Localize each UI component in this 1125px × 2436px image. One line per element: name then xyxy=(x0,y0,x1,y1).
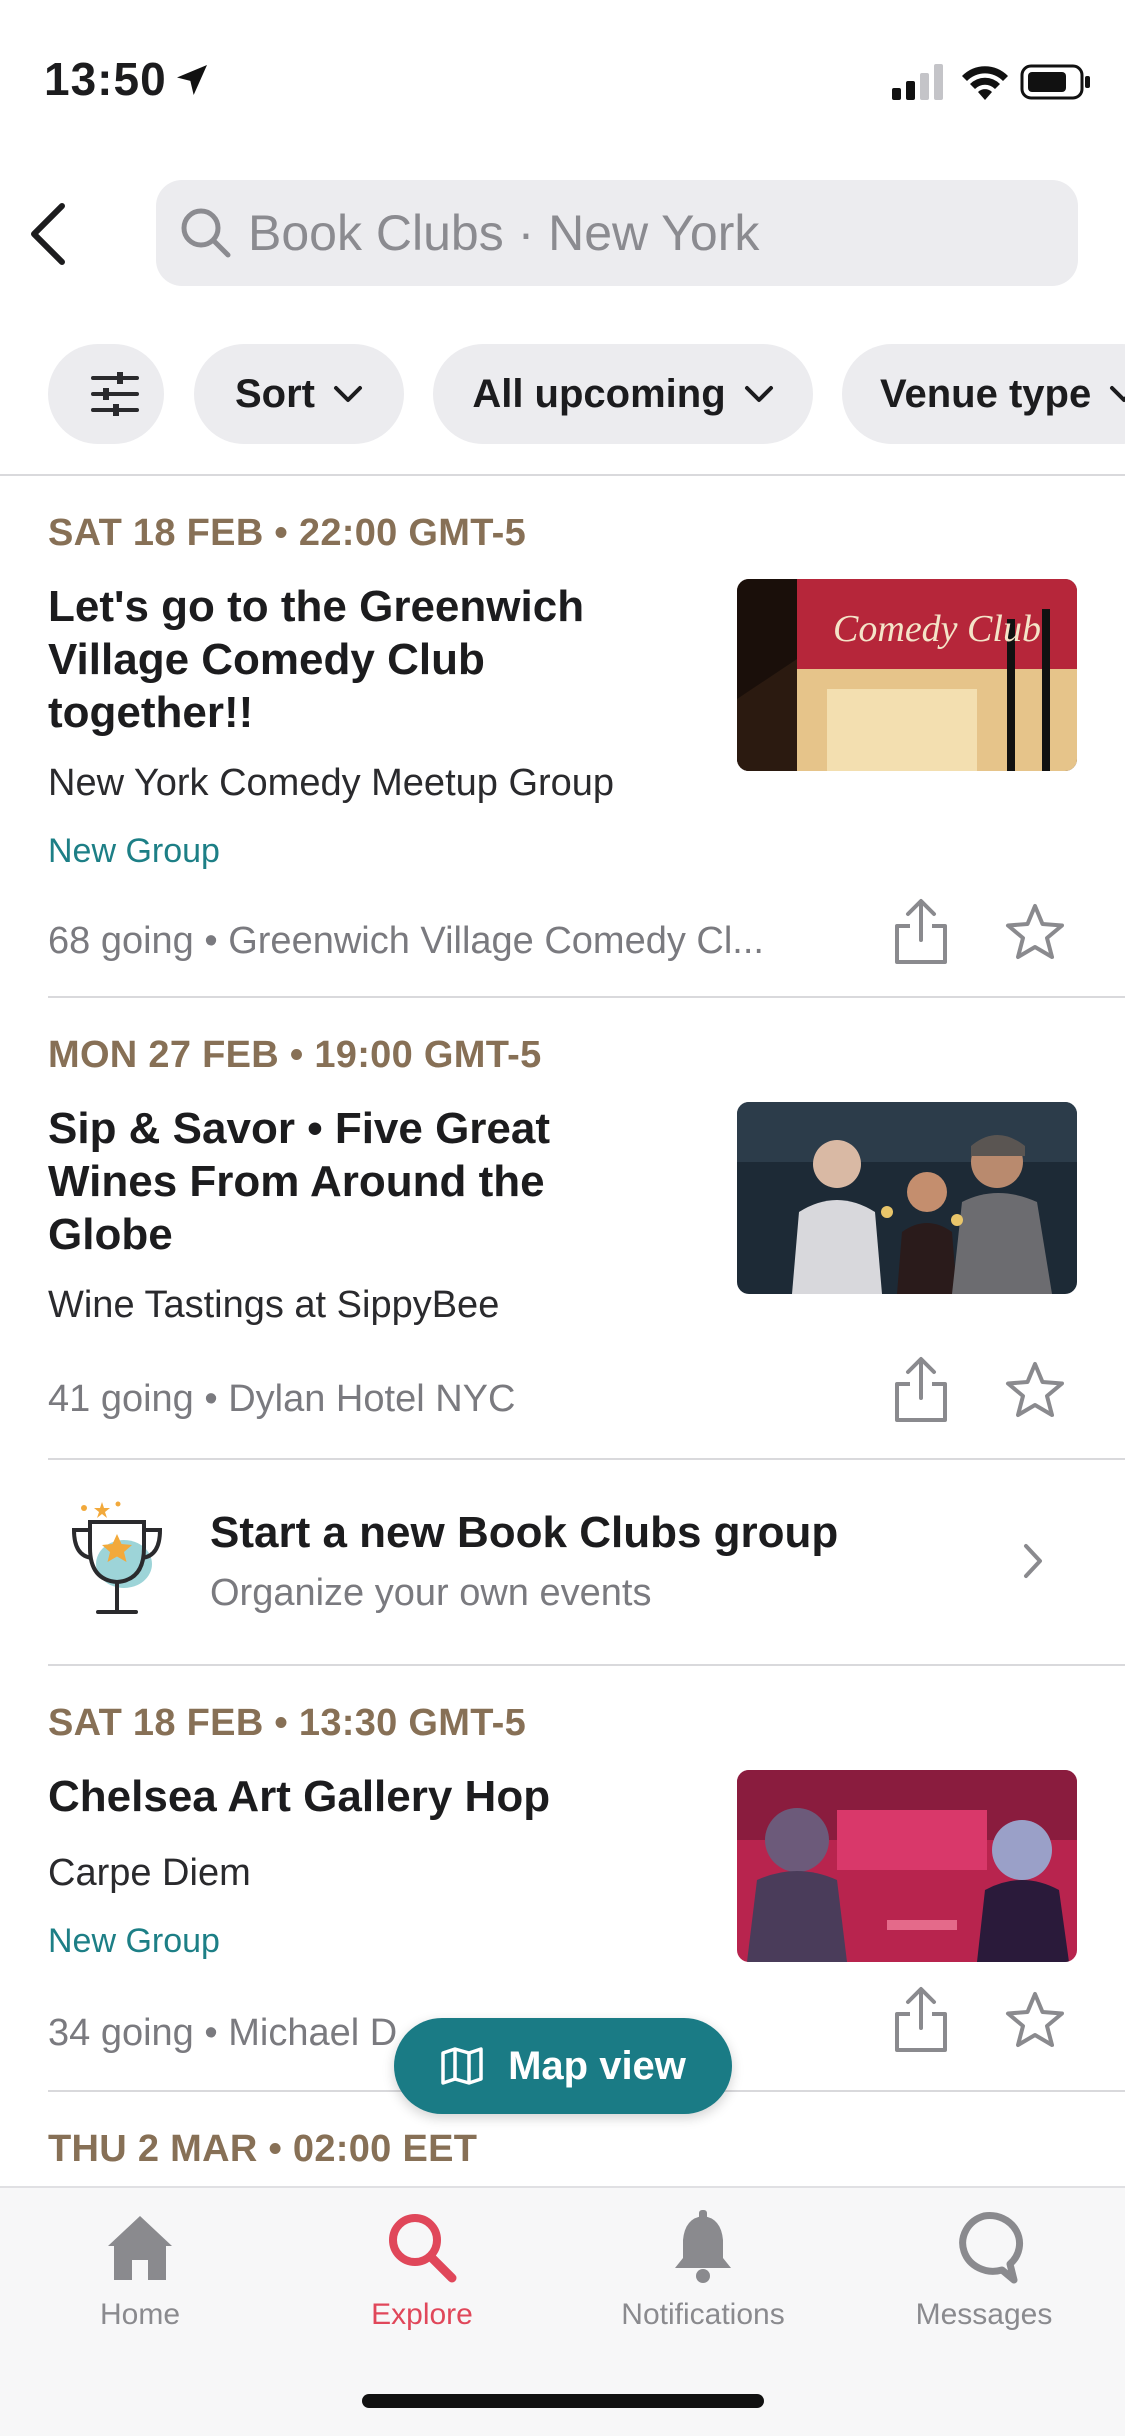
map-icon xyxy=(441,2047,483,2085)
chevron-down-icon xyxy=(744,386,773,402)
status-time: 13:50 xyxy=(44,53,167,105)
event-image[interactable]: Comedy Club xyxy=(737,579,1077,771)
event-title[interactable]: Sip & Savor • Five Great Wines From Arou… xyxy=(48,1102,658,1261)
event-date: SAT 18 FEB • 13:30 GMT-5 xyxy=(48,1702,527,1744)
star-icon[interactable] xyxy=(1004,1360,1066,1422)
chevron-left-icon xyxy=(31,203,65,265)
sort-dropdown[interactable]: Sort xyxy=(194,344,404,444)
search-input[interactable]: Book Clubs · New York xyxy=(156,180,1078,286)
tab-home[interactable]: Home xyxy=(20,2208,260,2348)
new-group-badge: New Group xyxy=(48,832,220,870)
sort-label: Sort xyxy=(235,371,315,416)
sliders-icon xyxy=(91,372,139,416)
status-bar: 13:50 xyxy=(0,0,1125,160)
event-date: MON 27 FEB • 19:00 GMT-5 xyxy=(48,1034,542,1076)
event-card[interactable]: SAT 18 FEB • 22:00 GMT-5 Let's go to the… xyxy=(0,474,1125,998)
bell-icon xyxy=(675,2210,731,2283)
wine-tasting-photo xyxy=(737,1102,1077,1294)
venue-type-label: Venue type xyxy=(880,371,1092,416)
new-group-badge: New Group xyxy=(48,1922,220,1960)
venue-type-dropdown[interactable]: Venue type xyxy=(842,344,1125,444)
share-icon[interactable] xyxy=(892,1356,950,1424)
share-icon[interactable] xyxy=(892,1986,950,2054)
home-indicator xyxy=(362,2394,764,2408)
search-icon xyxy=(181,208,231,258)
chevron-down-icon xyxy=(1110,386,1125,402)
event-meta: 41 going • Dylan Hotel NYC xyxy=(48,1378,516,1420)
chat-bubble-icon xyxy=(959,2212,1023,2284)
date-range-dropdown[interactable]: All upcoming xyxy=(433,344,813,444)
share-icon[interactable] xyxy=(892,898,950,966)
event-date: THU 2 MAR • 02:00 EET xyxy=(48,2128,478,2170)
event-meta: 68 going • Greenwich Village Comedy Cl..… xyxy=(48,920,764,962)
tab-messages[interactable]: Messages xyxy=(864,2208,1104,2348)
filter-chips: Sort All upcoming Venue type xyxy=(0,344,1125,444)
event-title[interactable]: Let's go to the Greenwich Village Comedy… xyxy=(48,580,658,739)
location-arrow-icon xyxy=(177,65,207,95)
search-query: Book Clubs · New York xyxy=(248,205,760,261)
back-button[interactable] xyxy=(16,196,80,272)
home-icon xyxy=(108,2216,172,2280)
filter-settings-button[interactable] xyxy=(48,344,164,444)
event-card[interactable]: MON 27 FEB • 19:00 GMT-5 Sip & Savor • F… xyxy=(0,998,1125,1458)
battery-icon xyxy=(1020,64,1090,100)
search-icon xyxy=(389,2214,457,2283)
event-title[interactable]: Chelsea Art Gallery Hop xyxy=(48,1770,658,1823)
art-gallery-painting xyxy=(737,1770,1077,1962)
comedy-club-photo: Comedy Club xyxy=(737,579,1077,771)
cellular-signal-icon xyxy=(892,64,943,100)
event-group: New York Comedy Meetup Group xyxy=(48,762,615,804)
trophy-icon xyxy=(71,1501,163,1614)
tab-explore-label: Explore xyxy=(371,2298,473,2331)
start-group-promo[interactable]: Start a new Book Clubs group Organize yo… xyxy=(0,1460,1125,1664)
tab-messages-label: Messages xyxy=(915,2298,1053,2331)
promo-subtitle: Organize your own events xyxy=(210,1572,652,1614)
date-range-label: All upcoming xyxy=(472,371,726,416)
chevron-down-icon xyxy=(334,386,362,402)
event-image[interactable] xyxy=(737,1102,1077,1294)
event-group: Wine Tastings at SippyBee xyxy=(48,1284,500,1326)
star-icon[interactable] xyxy=(1004,902,1066,964)
tab-home-label: Home xyxy=(99,2298,181,2331)
promo-title: Start a new Book Clubs group xyxy=(210,1508,839,1557)
tab-notifications-label: Notifications xyxy=(621,2298,785,2331)
event-image[interactable] xyxy=(737,1770,1077,1962)
map-view-label: Map view xyxy=(508,2043,686,2088)
star-icon[interactable] xyxy=(1004,1990,1066,2052)
map-view-button[interactable]: Map view xyxy=(394,2018,732,2114)
event-meta: 34 going • Michael D xyxy=(48,2012,398,2054)
tab-explore[interactable]: Explore xyxy=(302,2208,542,2348)
tab-notifications[interactable]: Notifications xyxy=(583,2208,823,2348)
wifi-icon xyxy=(962,66,1008,100)
event-group: Carpe Diem xyxy=(48,1852,251,1894)
chevron-right-icon xyxy=(1024,1544,1042,1578)
event-date: SAT 18 FEB • 22:00 GMT-5 xyxy=(48,512,527,554)
comedy-club-sign: Comedy Club xyxy=(833,608,1041,650)
